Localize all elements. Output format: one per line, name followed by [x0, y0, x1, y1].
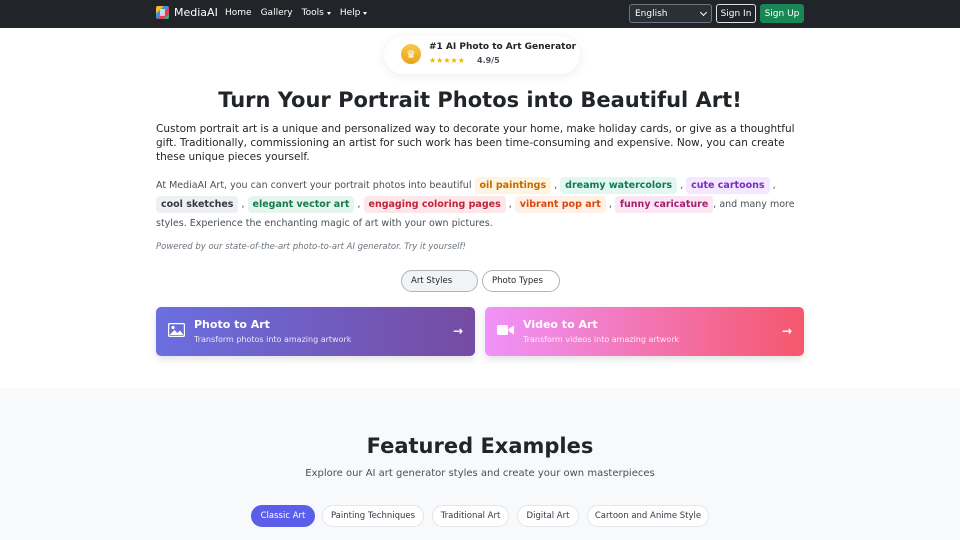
nav-help-dropdown[interactable]: Help [340, 8, 368, 18]
video-to-art-card[interactable]: Video to Art Transform videos into amazi… [485, 307, 804, 356]
brand-name: MediaAI [174, 6, 218, 19]
rank-badge: ♛ #1 AI Photo to Art Generator ★★★★★ 4.9… [384, 36, 580, 74]
tab-traditional-art[interactable]: Traditional Art [432, 505, 509, 527]
mediaai-logo-icon [156, 6, 169, 19]
style-chip-watercolor[interactable]: dreamy watercolors [560, 177, 678, 194]
badge-title: #1 AI Photo to Art Generator [429, 42, 577, 52]
style-chip-vector[interactable]: elegant vector art [247, 196, 355, 213]
video-icon [497, 325, 514, 335]
sign-up-button[interactable]: Sign Up [760, 4, 804, 23]
tab-digital-art[interactable]: Digital Art [517, 505, 579, 527]
hero-intro: Custom portrait art is a unique and pers… [156, 123, 795, 163]
language-value: English [635, 8, 668, 19]
tab-cartoon-anime[interactable]: Cartoon and Anime Style [587, 505, 709, 527]
top-navbar: MediaAI Home Gallery Tools Help English … [0, 0, 960, 28]
photo-types-toggle[interactable]: Photo Types [482, 270, 560, 292]
featured-subtitle: Explore our AI art generator styles and … [305, 468, 655, 479]
styles-prefix: At MediaAI Art, you can convert your por… [156, 180, 472, 191]
style-chip-caricature[interactable]: funny caricature [614, 196, 714, 213]
hero-title: Turn Your Portrait Photos into Beautiful… [218, 88, 742, 112]
nav-tools-dropdown[interactable]: Tools [302, 8, 331, 18]
crown-icon: ♛ [401, 44, 421, 64]
card-title: Video to Art [523, 318, 598, 331]
caret-down-icon [326, 11, 331, 15]
featured-title: Featured Examples [366, 434, 594, 458]
nav-gallery[interactable]: Gallery [261, 8, 293, 18]
arrow-right-icon: → [452, 324, 463, 338]
tab-painting-techniques[interactable]: Painting Techniques [322, 505, 424, 527]
style-chip-oil[interactable]: oil paintings [474, 177, 552, 194]
photo-to-art-card[interactable]: Photo to Art Transform photos into amazi… [156, 307, 475, 356]
card-title: Photo to Art [194, 318, 270, 331]
arrow-right-icon: → [781, 324, 792, 338]
nav-links: Home Gallery Tools Help [225, 8, 368, 18]
rating-value: 4.9/5 [477, 56, 500, 65]
art-styles-toggle[interactable]: Art Styles [401, 270, 478, 292]
styles-paragraph: At MediaAI Art, you can convert your por… [156, 176, 806, 233]
language-select[interactable]: English [629, 4, 712, 23]
card-subtitle: Transform videos into amazing artwork [523, 335, 680, 344]
sign-in-button[interactable]: Sign In [716, 4, 756, 23]
brand-link[interactable]: MediaAI [156, 6, 218, 19]
tab-classic-art[interactable]: Classic Art [251, 505, 315, 527]
caret-down-icon [363, 11, 368, 15]
powered-by-note: Powered by our state-of-the-art photo-to… [156, 242, 466, 252]
nav-home[interactable]: Home [225, 8, 252, 18]
image-icon [168, 323, 185, 337]
style-chip-pop-art[interactable]: vibrant pop art [514, 196, 606, 213]
style-chip-cartoon[interactable]: cute cartoons [686, 177, 770, 194]
chevron-down-icon [699, 8, 708, 16]
style-chip-coloring[interactable]: engaging coloring pages [363, 196, 506, 213]
card-subtitle: Transform photos into amazing artwork [194, 335, 352, 344]
style-chip-sketch[interactable]: cool sketches [156, 196, 239, 213]
star-rating-icon: ★★★★★ [429, 56, 465, 65]
